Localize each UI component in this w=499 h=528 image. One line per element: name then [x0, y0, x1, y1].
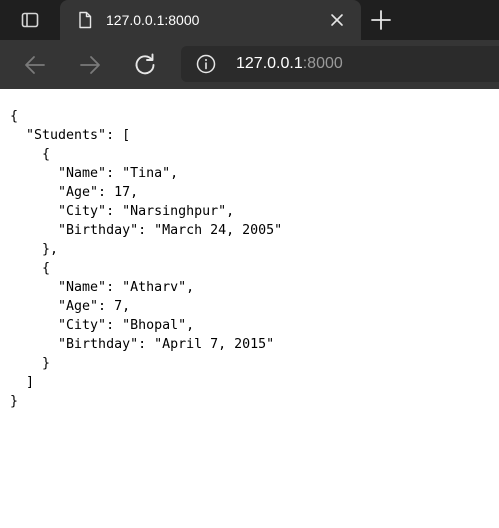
- address-bar[interactable]: 127.0.0.1:8000: [181, 46, 499, 82]
- json-viewer: { "Students": [ { "Name": "Tina", "Age":…: [10, 107, 282, 411]
- url-host: 127.0.0.1: [236, 55, 303, 72]
- browser-toolbar: 127.0.0.1:8000: [0, 40, 499, 89]
- active-tab[interactable]: 127.0.0.1:8000: [60, 0, 361, 40]
- tab-actions-icon[interactable]: [8, 8, 52, 32]
- json-line: "City": "Narsinghpur",: [10, 204, 235, 219]
- json-line: "Age": 17,: [10, 185, 139, 200]
- json-line: {: [10, 261, 51, 276]
- reload-icon[interactable]: [132, 52, 158, 78]
- json-line: }: [10, 356, 51, 371]
- page-content: { "Students": [ { "Name": "Tina", "Age":…: [0, 89, 499, 528]
- json-line: "Birthday": "March 24, 2005": [10, 223, 283, 238]
- json-line: "City": "Bhopal",: [10, 318, 195, 333]
- json-line: },: [10, 242, 59, 257]
- back-arrow-icon[interactable]: [22, 52, 48, 78]
- json-line: {: [10, 147, 51, 162]
- page-icon: [76, 11, 94, 29]
- json-line: {: [10, 109, 19, 124]
- plus-icon[interactable]: [370, 9, 392, 31]
- json-line: "Name": "Atharv",: [10, 280, 195, 295]
- json-line: ]: [10, 375, 35, 390]
- json-line: "Birthday": "April 7, 2015": [10, 337, 275, 352]
- tab-title: 127.0.0.1:8000: [106, 12, 200, 28]
- forward-arrow-icon[interactable]: [77, 52, 103, 78]
- tab-strip: 127.0.0.1:8000: [0, 0, 499, 40]
- json-line: "Age": 7,: [10, 299, 131, 314]
- json-line: "Students": [: [10, 128, 131, 143]
- close-icon[interactable]: [329, 12, 345, 28]
- json-line: "Name": "Tina",: [10, 166, 179, 181]
- json-line: }: [10, 394, 19, 409]
- url-text[interactable]: 127.0.0.1:8000: [236, 54, 343, 74]
- info-icon[interactable]: [196, 54, 216, 74]
- url-port: :8000: [302, 55, 343, 72]
